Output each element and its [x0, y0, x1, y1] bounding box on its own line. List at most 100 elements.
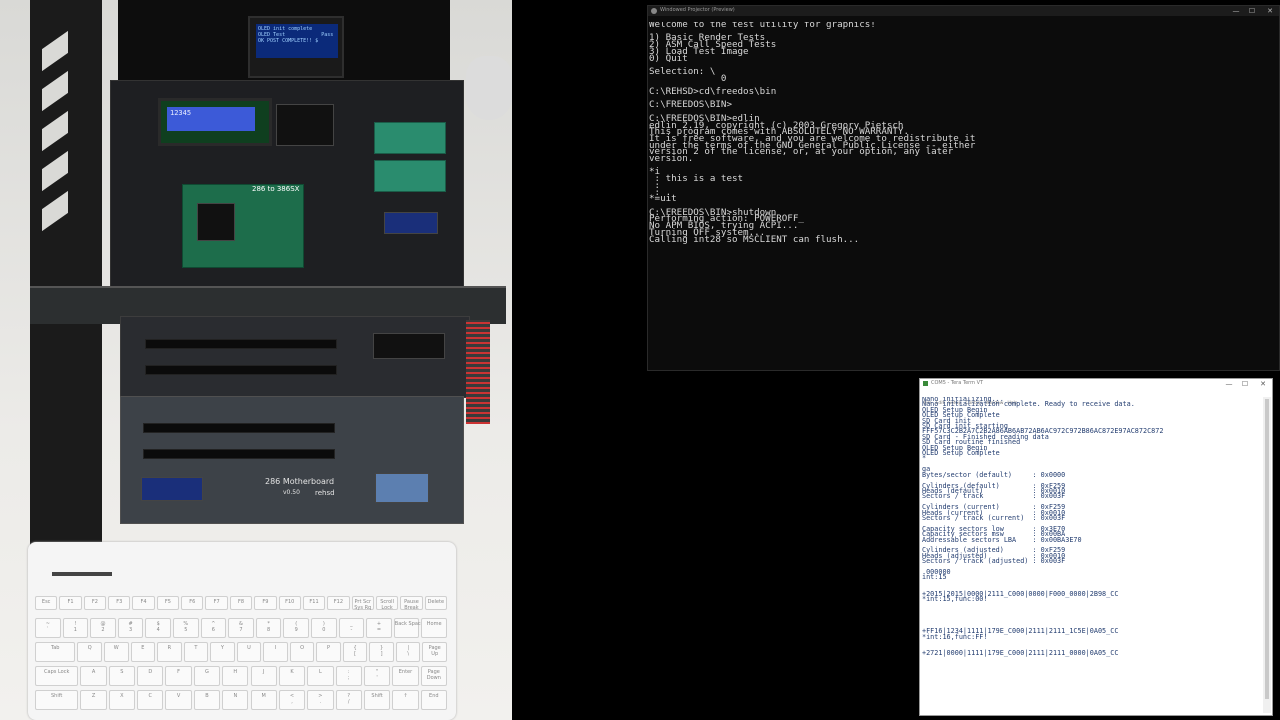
keyboard-key: W [104, 642, 129, 662]
keyboard: Esc F1 F2 F3 F4 F5 F6 F7 F8 F9 F10 F11 F12 Prt Scr Sy… [28, 542, 456, 720]
keyboard-key: I [263, 642, 288, 662]
cpu-chip [197, 203, 235, 241]
terminal-app-icon [923, 381, 928, 386]
expansion-board [120, 316, 470, 398]
keyboard-key: F2 [83, 596, 107, 610]
keyboard-key: F11 [302, 596, 326, 610]
led-array [466, 320, 490, 424]
keyboard-key: Tab [35, 642, 76, 662]
keyboard-key: N [222, 690, 249, 710]
keyboard-key: End [420, 690, 447, 710]
keyboard-key: Shift [363, 690, 391, 710]
keyboard-key: F6 [181, 596, 204, 610]
keyboard-key: T [183, 642, 209, 662]
keyboard-key: A [80, 666, 107, 686]
serial-output[interactable]: Nano initializing... Nano initialization… [922, 397, 1260, 713]
keyboard-key: S [108, 666, 136, 686]
keyboard-key: ( 9 [283, 618, 309, 638]
keyboard-key: > . [307, 690, 334, 710]
keyboard-key: F [165, 666, 192, 686]
keyboard-keys: Esc F1 F2 F3 F4 F5 F6 F7 F8 F9 F10 F11 F12 Prt Scr Sy… [34, 596, 450, 720]
bracket-cutout [42, 70, 68, 112]
arduino-nano [141, 477, 203, 501]
keyboard-key: Y [210, 642, 235, 662]
keyboard-key: Caps Lock [35, 666, 79, 686]
keyboard-key: * 8 [255, 618, 282, 638]
keyboard-key: F9 [254, 596, 277, 610]
serial-console-window: COM5 - Tera Term VT — ☐ ✕ File Edit Setup C… [919, 378, 1273, 716]
minimize-button[interactable]: — [1229, 6, 1243, 16]
keyboard-key: J [250, 666, 277, 686]
keyboard-key: M [250, 690, 277, 710]
projector-titlebar[interactable]: Windowed Projector (Preview) — ☐ ✕ [648, 6, 1279, 16]
keyboard-key: ? / [335, 690, 362, 710]
keyboard-key: < , [278, 690, 306, 710]
bracket-cutout [42, 150, 68, 192]
minimize-button[interactable]: — [1222, 379, 1236, 389]
dos-console-output[interactable]: Welcome to the test utility for graphics… [649, 22, 1269, 362]
zif-socket [374, 160, 446, 192]
cpu-board-label: 286 to 386SX [252, 185, 300, 193]
keyboard-key: Prt Scr Sys Rq [351, 596, 374, 611]
keyboard-key: Z [80, 690, 107, 710]
isa-slot [145, 339, 337, 349]
ic-chip [276, 104, 334, 146]
keyboard-key: E [130, 642, 156, 662]
projector-window: Windowed Projector (Preview) — ☐ ✕ Welco… [647, 5, 1280, 371]
close-button[interactable]: ✕ [1263, 6, 1277, 16]
keyboard-key: _ - [338, 618, 365, 638]
keyboard-key: F8 [229, 596, 253, 610]
cpu-adapter-board [182, 184, 304, 268]
keyboard-key: Delete [424, 596, 447, 610]
close-button[interactable]: ✕ [1256, 379, 1270, 389]
keyboard-key: H [222, 666, 249, 686]
keyboard-key: R [157, 642, 182, 662]
keyboard-key: O [289, 642, 315, 662]
keyboard-key: L [307, 666, 334, 686]
keyboard-key: V [165, 690, 192, 710]
maximize-button[interactable]: ☐ [1245, 6, 1259, 16]
keyboard-key: F5 [156, 596, 180, 610]
keyboard-slot [52, 572, 112, 576]
scrollbar-thumb[interactable] [1265, 399, 1269, 699]
isa-slot [143, 423, 335, 433]
serial-menubar: File Edit Setup Control Window Help [920, 389, 1272, 406]
ic-chip [373, 333, 445, 359]
keyboard-key: F10 [278, 596, 301, 610]
keyboard-key: Page Down [420, 666, 447, 686]
mouse [466, 56, 512, 120]
isa-slot [143, 449, 335, 459]
keyboard-key: Esc [35, 596, 58, 610]
keyboard-key: F4 [132, 596, 155, 610]
keyboard-key: & 7 [228, 618, 254, 638]
keyboard-key: ! 1 [62, 618, 89, 638]
keyboard-key: ~ ` [35, 618, 61, 638]
keyboard-key: G [193, 666, 221, 686]
serial-titlebar[interactable]: COM5 - Tera Term VT — ☐ ✕ [920, 379, 1272, 389]
keyboard-key: F3 [108, 596, 131, 610]
keyboard-key: ^ 6 [200, 618, 227, 638]
motherboard-version: v0.50 [283, 489, 300, 496]
serial-window-title: COM5 - Tera Term VT [931, 380, 984, 386]
keyboard-key: K [278, 666, 306, 686]
keyboard-key: @ 2 [90, 618, 116, 638]
keyboard-key: F7 [205, 596, 228, 610]
oled-screen-text: OLED init complete OLED Test Pass OK POS… [256, 24, 338, 58]
metal-bracket [30, 0, 102, 545]
camera-photo-panel: OLED init complete OLED Test Pass OK POS… [0, 0, 512, 720]
keyboard-key: F1 [59, 596, 82, 610]
bracket-cutout [42, 30, 68, 72]
keyboard-key: " ' [363, 666, 391, 686]
keyboard-key: } ] [369, 642, 394, 662]
app-icon [651, 8, 657, 14]
keyboard-key: { [ [342, 642, 368, 662]
keyboard-key: Shift [35, 690, 79, 710]
sd-card-module [375, 473, 429, 503]
bracket-cutout [42, 190, 68, 232]
maximize-button[interactable]: ☐ [1238, 379, 1252, 389]
keyboard-key: % 5 [173, 618, 199, 638]
keyboard-key: D [137, 666, 164, 686]
serial-scrollbar[interactable] [1263, 397, 1271, 713]
keyboard-key: : ; [335, 666, 362, 686]
keyboard-key: + = [366, 618, 392, 638]
